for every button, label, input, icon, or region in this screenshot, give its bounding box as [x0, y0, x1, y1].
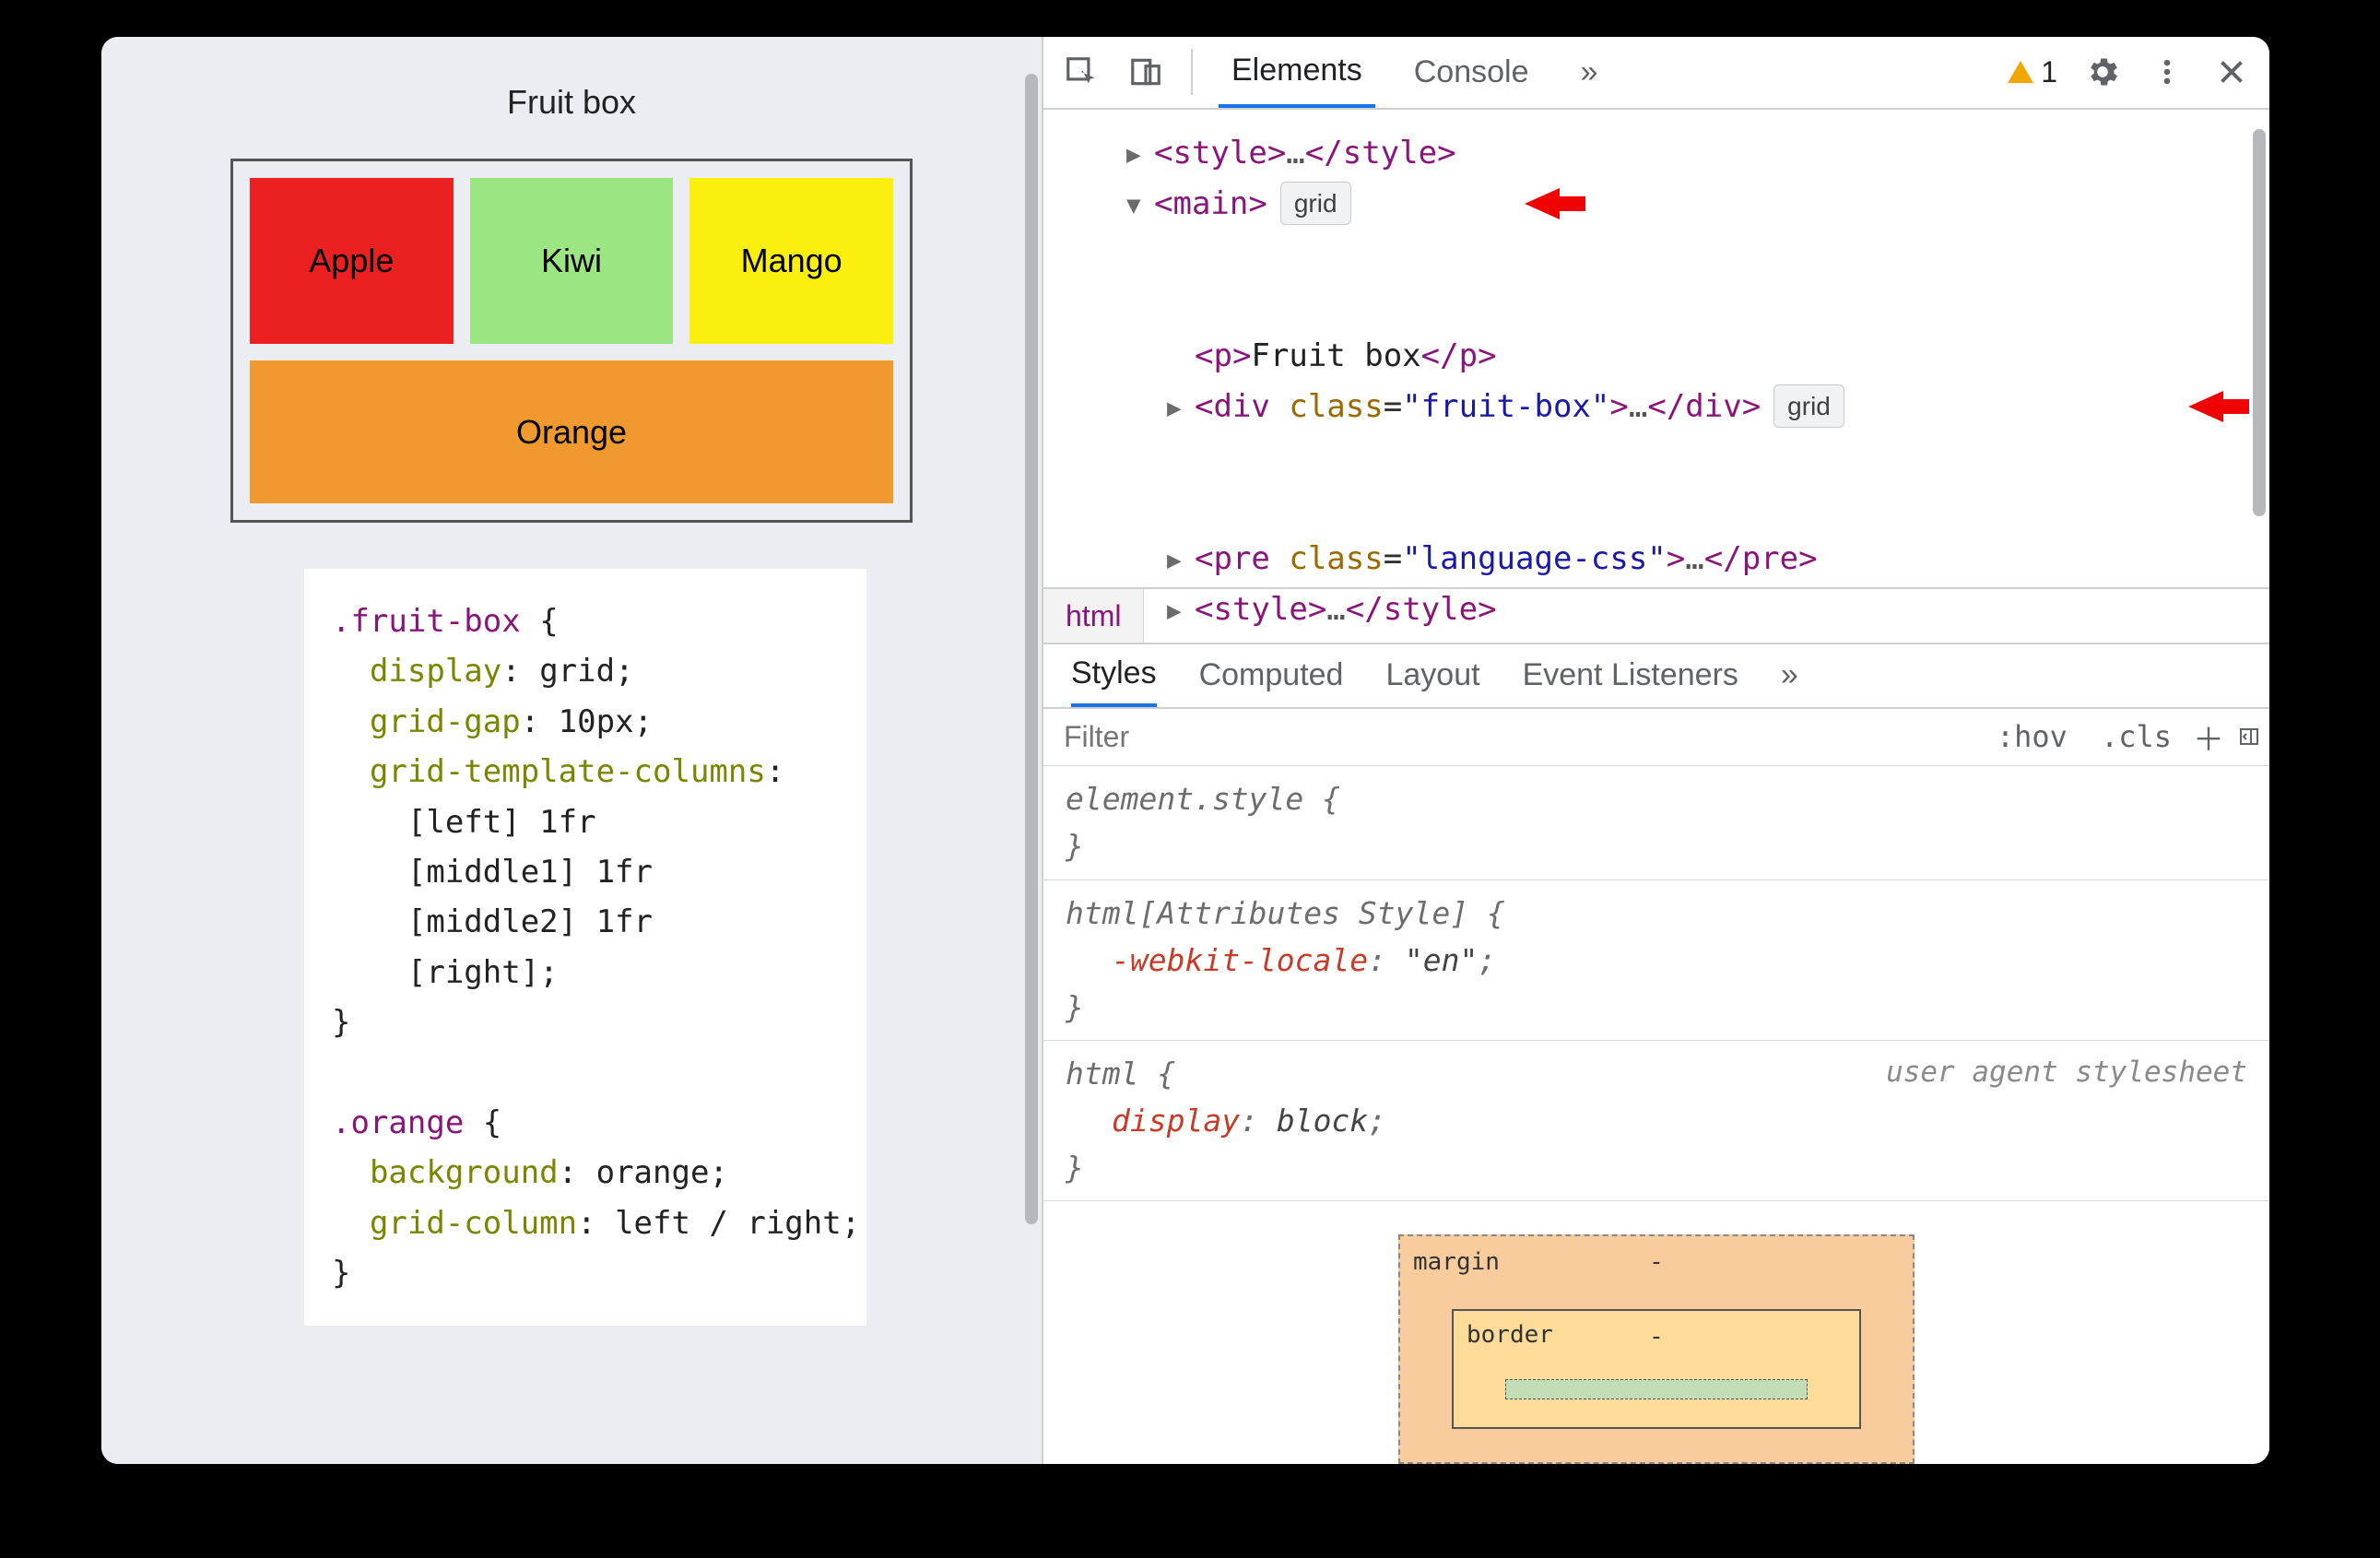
grid-badge[interactable]: grid	[1280, 182, 1351, 225]
code-selector: .orange	[332, 1104, 464, 1141]
fruit-apple: Apple	[250, 178, 454, 344]
tabbar-divider	[1191, 49, 1193, 95]
devtools-tabbar: Elements Console » 1	[1043, 37, 2269, 110]
rule-prop: -webkit-locale	[1112, 942, 1368, 978]
code-prop: grid-template-columns	[370, 753, 766, 790]
code-val: [right]	[407, 954, 539, 991]
rule-element-style[interactable]: element.style { }	[1043, 766, 2269, 879]
styles-tabbar: Styles Computed Layout Event Listeners »	[1043, 644, 2269, 709]
box-model-padding[interactable]	[1505, 1379, 1808, 1399]
rendered-page-pane: Fruit box Apple Kiwi Mango Orange .fruit…	[101, 37, 1042, 1464]
device-toolbar-icon[interactable]	[1126, 53, 1165, 91]
warning-count: 1	[2041, 55, 2057, 89]
red-arrow-icon	[2186, 384, 2251, 430]
tab-computed[interactable]: Computed	[1199, 644, 1344, 707]
hov-toggle[interactable]: :hov	[1980, 719, 2084, 754]
code-val: left / right	[615, 1205, 842, 1242]
rule-val: block	[1277, 1103, 1368, 1139]
code-prop: grid-gap	[370, 703, 521, 740]
fruit-box-grid: Apple Kiwi Mango Orange	[230, 159, 913, 523]
styles-filter-row: :hov .cls ＋	[1043, 709, 2269, 767]
box-model-diagram[interactable]: margin - border -	[1043, 1201, 2269, 1464]
rule-html-attributes[interactable]: html[Attributes Style] { -webkit-locale:…	[1043, 880, 2269, 1041]
fruit-mango: Mango	[689, 178, 893, 344]
fruit-kiwi: Kiwi	[470, 178, 674, 344]
box-model-border[interactable]: border -	[1452, 1309, 1861, 1429]
dom-node-style2[interactable]: ▶<style>…</style>	[1154, 584, 2242, 635]
code-val: [middle1] 1fr	[407, 854, 653, 891]
code-prop: background	[370, 1154, 559, 1191]
expand-caret-icon[interactable]: ▶	[1126, 136, 1141, 174]
tab-event-listeners[interactable]: Event Listeners	[1523, 644, 1738, 707]
tab-more[interactable]: »	[1567, 37, 1610, 108]
code-selector: .fruit-box	[332, 603, 521, 640]
code-val: grid	[539, 653, 615, 690]
tab-layout[interactable]: Layout	[1385, 644, 1479, 707]
new-style-rule-icon[interactable]: ＋	[2188, 714, 2229, 760]
tab-elements[interactable]: Elements	[1219, 37, 1375, 108]
rule-selector: element.style {	[1066, 775, 2247, 822]
grid-badge[interactable]: grid	[1773, 384, 1844, 428]
expand-caret-icon[interactable]: ▶	[1167, 592, 1182, 631]
tab-styles[interactable]: Styles	[1071, 644, 1157, 707]
warning-triangle-icon	[2008, 61, 2033, 83]
dom-node-p[interactable]: <p>Fruit box</p>	[1154, 331, 2242, 382]
dom-node-main[interactable]: ▼<main>grid	[1154, 179, 2242, 331]
rule-selector: html[Attributes Style] {	[1066, 890, 2247, 937]
dom-node-style[interactable]: ▶<style>…</style>	[1154, 128, 2242, 179]
code-val: [left] 1fr	[407, 804, 596, 841]
box-model-margin-label: margin	[1413, 1244, 1500, 1281]
box-model-margin-value: -	[1452, 1244, 1861, 1281]
devtools-pane: Elements Console » 1 ▶<style>…</style> ▼…	[1042, 37, 2269, 1464]
box-model-margin[interactable]: margin - border -	[1398, 1234, 1915, 1464]
close-devtools-icon[interactable]	[2212, 53, 2251, 91]
rule-close: }	[1066, 984, 2247, 1031]
rule-close: }	[1066, 822, 2247, 869]
warnings-badge[interactable]: 1	[2008, 55, 2057, 89]
dom-node-fruitbox-div[interactable]: ▶<div class="fruit-box">…</div>grid	[1154, 382, 2242, 534]
code-prop: display	[370, 653, 501, 690]
rule-val: "en"	[1405, 942, 1478, 978]
code-val: [middle2] 1fr	[407, 903, 653, 940]
code-val: orange	[596, 1154, 710, 1191]
rule-origin: user agent stylesheet	[1886, 1050, 2247, 1094]
rule-html-ua[interactable]: user agent stylesheet html { display: bl…	[1043, 1041, 2269, 1201]
tab-styles-more[interactable]: »	[1781, 644, 1798, 707]
rule-close: }	[1066, 1144, 2247, 1191]
left-scrollbar-thumb[interactable]	[1025, 74, 1038, 1224]
code-val: 10px	[559, 703, 634, 740]
rule-prop: display	[1112, 1103, 1240, 1139]
box-model-border-label: border	[1467, 1316, 1553, 1353]
devtools-scrollbar-thumb[interactable]	[2253, 129, 2266, 516]
code-prop: grid-column	[370, 1205, 577, 1242]
tab-console[interactable]: Console	[1401, 37, 1542, 108]
breadcrumb-html[interactable]: html	[1043, 589, 1144, 642]
dom-node-pre[interactable]: ▶<pre class="language-css">…</pre>	[1154, 534, 2242, 584]
fruit-orange: Orange	[250, 360, 893, 503]
red-arrow-icon	[1523, 181, 1587, 227]
kebab-menu-icon[interactable]	[2148, 53, 2186, 91]
toggle-sidebar-icon[interactable]	[2229, 723, 2269, 750]
dom-tree[interactable]: ▶<style>…</style> ▼<main>grid <p>Fruit b…	[1043, 110, 2269, 590]
css-rules-pane[interactable]: element.style { } html[Attributes Style]…	[1043, 766, 2269, 1464]
expand-caret-icon[interactable]: ▶	[1167, 541, 1182, 580]
collapse-caret-icon[interactable]: ▼	[1126, 186, 1141, 225]
styles-filter-input[interactable]	[1043, 720, 1980, 754]
page-title: Fruit box	[138, 83, 1005, 122]
app-window: Fruit box Apple Kiwi Mango Orange .fruit…	[101, 37, 2269, 1464]
settings-gear-icon[interactable]	[2083, 53, 2122, 91]
left-scrollbar[interactable]	[1025, 74, 1038, 1427]
css-code-block: .fruit-box { display: grid; grid-gap: 10…	[304, 569, 866, 1326]
inspect-element-icon[interactable]	[1062, 53, 1101, 91]
cls-toggle[interactable]: .cls	[2084, 719, 2188, 754]
expand-caret-icon[interactable]: ▶	[1167, 389, 1182, 428]
